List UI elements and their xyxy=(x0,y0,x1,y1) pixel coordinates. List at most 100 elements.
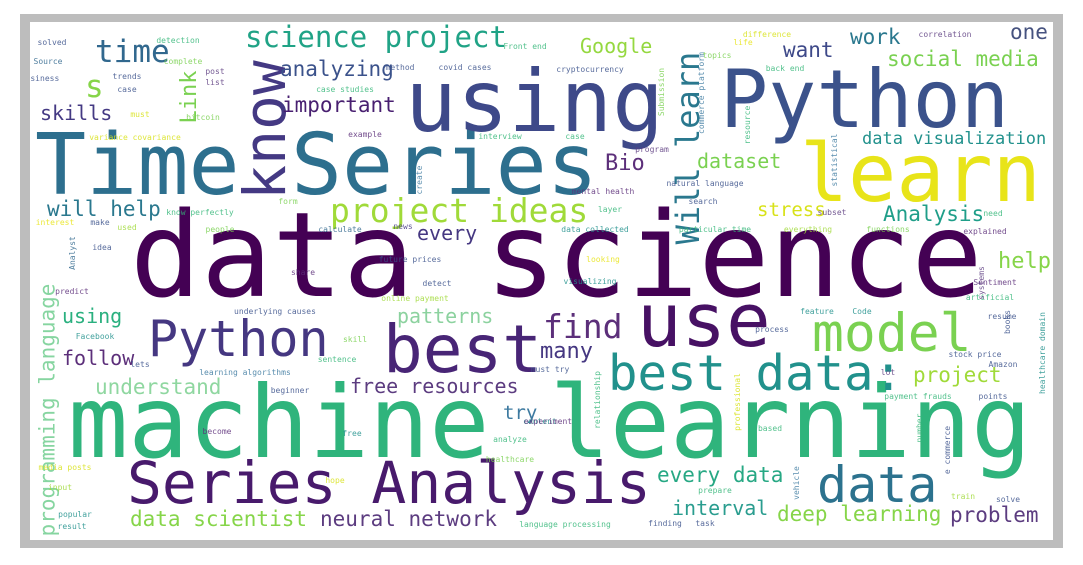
word-finding: finding xyxy=(648,519,682,528)
word-every: every xyxy=(417,221,478,245)
word-example: example xyxy=(348,130,382,139)
word-must-try: must try xyxy=(530,365,570,374)
word-vehicle: vehicle xyxy=(792,466,801,500)
word-e-commerce: e commerce xyxy=(943,425,952,475)
word-create: create xyxy=(415,165,424,195)
word-hope: hope xyxy=(325,476,345,485)
word-experiment: experiment xyxy=(523,417,573,426)
word-process: process xyxy=(755,325,789,334)
word-social-media: social media xyxy=(887,47,1039,71)
word-functions: functions xyxy=(866,225,910,234)
word-s: s xyxy=(85,69,104,105)
word-search: search xyxy=(688,197,718,206)
word-analyst: Analyst xyxy=(68,236,77,270)
word-cloud: data science machine learning Time Series u… xyxy=(30,22,1053,540)
word-facebook: Facebook xyxy=(75,332,115,341)
word-know: know xyxy=(231,60,299,200)
word-based: based xyxy=(757,424,783,433)
word-popular: popular xyxy=(58,510,92,519)
word-science-project: science project xyxy=(245,22,507,54)
word-will-help: will help xyxy=(47,197,161,221)
word-need: need xyxy=(983,209,1003,218)
word-case-studies: case studies xyxy=(316,85,374,94)
word-idea: idea xyxy=(92,243,112,252)
word-method: method xyxy=(385,63,415,72)
word-detect: detect xyxy=(422,279,452,288)
word-result: result xyxy=(57,522,87,531)
word-train: train xyxy=(950,492,976,501)
word-interview: interview xyxy=(478,132,522,141)
word-lot: lot xyxy=(880,368,896,377)
word-points: points xyxy=(978,392,1008,401)
word-input: input xyxy=(47,483,73,492)
word-skills: skills xyxy=(40,101,113,125)
word-business: business xyxy=(30,74,60,83)
word-variance-covariance: variance covariance xyxy=(89,133,181,142)
word-used: used xyxy=(117,223,137,232)
word-data-scientist: data scientist xyxy=(130,507,308,531)
word-topics: topics xyxy=(702,51,732,60)
word-front-end: Front end xyxy=(503,42,547,51)
word-resource: resource xyxy=(743,105,752,145)
word-source: Source xyxy=(33,57,63,66)
word-work: work xyxy=(850,25,901,49)
word-make: make xyxy=(90,218,110,227)
word-submission: Submission xyxy=(657,67,666,117)
word-commerce-platform: commerce platform xyxy=(697,52,706,134)
word-relationship: relationship xyxy=(593,371,602,429)
word-share: share xyxy=(290,268,316,277)
word-sentence: sentence xyxy=(317,355,357,364)
word-learning-algorithms: learning algorithms xyxy=(199,368,291,377)
word-visualizing: visualizing xyxy=(563,277,617,286)
word-healthcare: healthcare xyxy=(485,455,535,464)
word-many: many xyxy=(540,339,593,364)
word-important: important xyxy=(282,93,396,117)
word-analyzing: analyzing xyxy=(280,57,394,81)
word-want: want xyxy=(783,38,834,62)
word-back-end: back end xyxy=(765,64,805,73)
word-stock-price: stock price xyxy=(948,350,1002,359)
word-news: news xyxy=(393,222,413,231)
word-interest: interest xyxy=(35,218,75,227)
word-using: using xyxy=(62,304,123,328)
word-feature: feature xyxy=(800,307,834,316)
word-dataset: dataset xyxy=(697,149,782,173)
word-data-collected: data collected xyxy=(561,225,629,234)
word-analysis: Analysis xyxy=(883,202,985,226)
word-must: must xyxy=(130,110,150,119)
word-books: books xyxy=(1003,309,1012,335)
word-code: Code xyxy=(852,307,872,316)
word-predict: predict xyxy=(55,287,89,296)
word-neural-network: neural network xyxy=(320,507,498,531)
word-deep-learning: deep learning xyxy=(777,502,942,526)
word-every-data: every data xyxy=(657,463,784,487)
word-mental-health: mental health xyxy=(571,187,635,196)
word-stress: stress xyxy=(757,199,826,221)
word-amazon: Amazon xyxy=(988,360,1018,369)
word-bio: Bio xyxy=(605,151,645,176)
word-language-processing: language processing xyxy=(519,520,611,529)
word-help: help xyxy=(998,249,1051,274)
word-programming-language: programming language xyxy=(35,283,60,537)
word-artificial: artificial xyxy=(965,293,1015,302)
word-skill: skill xyxy=(342,335,368,344)
word-complete: complete xyxy=(163,57,203,66)
word-looking: looking xyxy=(586,255,620,264)
word-statistical: statistical xyxy=(830,133,839,187)
word-free-resources: free resources xyxy=(350,374,519,398)
word-problem: problem xyxy=(950,503,1039,527)
word-know-perfectly: know perfectly xyxy=(166,208,234,217)
word-difference: difference xyxy=(742,30,792,39)
word-online-payment: online payment xyxy=(381,294,449,303)
word-cryptocurrency: cryptocurrency xyxy=(556,65,624,74)
word-trends: trends xyxy=(112,72,142,81)
word-people: people xyxy=(205,225,235,234)
word-natural-language: natural language xyxy=(666,179,744,188)
word-python: Python xyxy=(148,310,329,368)
word-future-prices: future prices xyxy=(378,255,442,264)
word-post: post xyxy=(205,67,225,76)
word-analyze: analyze xyxy=(493,435,527,444)
word-underlying-causes: underlying causes xyxy=(234,307,316,316)
word-professional: professional xyxy=(733,373,742,431)
word-systems: systems xyxy=(977,266,986,300)
